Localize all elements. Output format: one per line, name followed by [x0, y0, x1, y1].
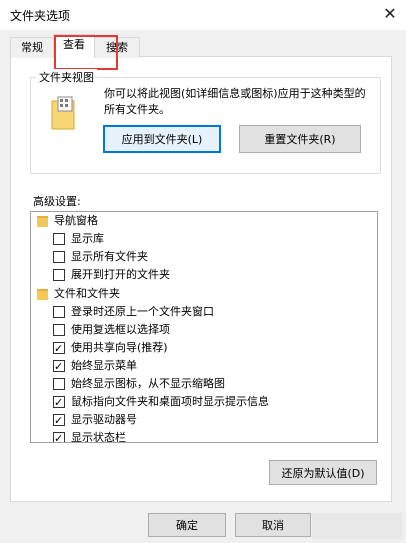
checkbox-checked[interactable] — [53, 430, 65, 442]
folder-views-description: 你可以将此视图(如详细信息或图标)应用于这种类型的所有文件夹。 — [104, 87, 366, 116]
checkbox[interactable] — [53, 324, 65, 336]
folder-views-label: 文件夹视图 — [36, 69, 97, 85]
list-item[interactable]: 展开到打开的文件夹 — [31, 266, 377, 284]
list-item-nav-pane: 导航窗格 — [31, 212, 377, 230]
navigation-pane-icon — [37, 216, 48, 227]
list-item[interactable]: 鼠标指向文件夹和桌面项时显示提示信息 — [31, 393, 377, 412]
red-highlight-box — [54, 35, 118, 70]
list-item[interactable]: 始终显示菜单 — [31, 357, 377, 376]
list-item-files-and-folders: 文件和文件夹 — [31, 285, 377, 303]
window-title: 文件夹选项 — [10, 9, 71, 23]
list-item[interactable]: 使用复选框以选择项 — [31, 321, 377, 339]
checkbox-checked[interactable] — [53, 340, 65, 358]
checkbox[interactable] — [53, 233, 65, 245]
checkbox-checked[interactable] — [53, 394, 65, 412]
apply-to-folders-button[interactable]: 应用到文件夹(L) — [103, 125, 221, 153]
checkbox-checked[interactable] — [53, 412, 65, 430]
checkbox-checked[interactable] — [53, 358, 65, 376]
folder-view-icon — [51, 96, 75, 130]
list-item[interactable]: 显示所有文件夹 — [31, 248, 377, 266]
checkbox[interactable] — [53, 269, 65, 281]
list-item[interactable]: 使用共享向导(推荐) — [31, 339, 377, 358]
checkbox[interactable] — [53, 378, 65, 390]
blurred-apply-button — [312, 513, 402, 539]
checkbox[interactable] — [53, 306, 65, 318]
cancel-button[interactable]: 取消 — [235, 513, 311, 537]
list-item[interactable]: 登录时还原上一个文件夹窗口 — [31, 303, 377, 321]
tab-general[interactable]: 常规 — [10, 37, 54, 58]
list-item[interactable]: 显示库 — [31, 230, 377, 248]
advanced-settings-label: 高级设置: — [33, 195, 81, 208]
list-item[interactable]: 始终显示图标，从不显示缩略图 — [31, 375, 377, 393]
close-icon[interactable]: ✕ — [378, 2, 402, 26]
checkbox[interactable] — [53, 251, 65, 263]
restore-defaults-button[interactable]: 还原为默认值(D) — [269, 460, 377, 485]
advanced-settings-list[interactable]: 导航窗格 显示库 显示所有文件夹 展开到打开的文件夹 文件和文件夹 登录时还原上… — [30, 211, 378, 443]
folder-icon — [37, 289, 48, 300]
ok-button[interactable]: 确定 — [148, 513, 226, 537]
reset-folders-button[interactable]: 重置文件夹(R) — [239, 125, 361, 153]
list-item[interactable]: 显示驱动器号 — [31, 411, 377, 430]
folder-options-dialog: 文件夹选项 ✕ 常规 查看 搜索 文件夹视图 你可以将此视图(如详细信息或图标)… — [0, 0, 406, 543]
list-item[interactable]: 显示状态栏 — [31, 429, 377, 442]
